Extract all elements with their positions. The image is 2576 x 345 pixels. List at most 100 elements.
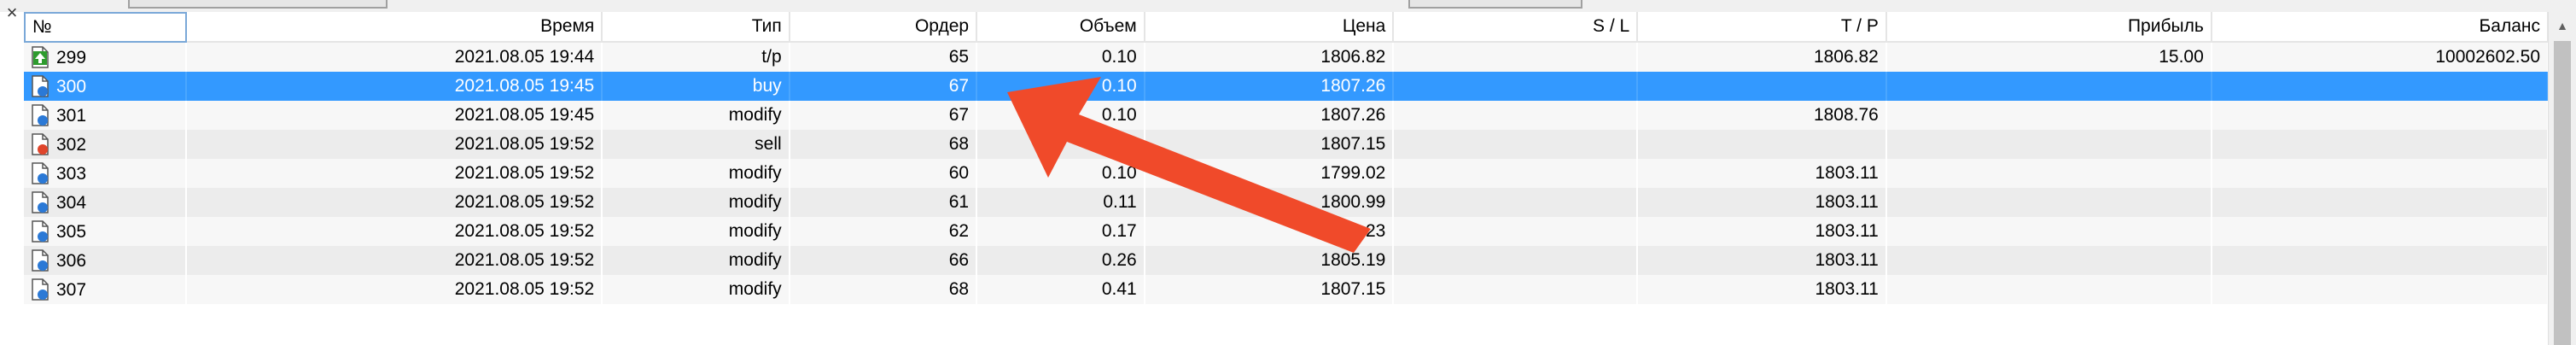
column-header-sl[interactable]: S / L bbox=[1394, 12, 1639, 43]
cell-profit bbox=[1886, 72, 2212, 101]
row-number: 302 bbox=[56, 134, 87, 155]
cell-volume: 0.10 bbox=[977, 43, 1145, 72]
row-number: 300 bbox=[56, 76, 87, 96]
cell-time: 2021.08.05 19:45 bbox=[186, 72, 603, 101]
row-number: 305 bbox=[56, 221, 87, 242]
modify-doc-icon bbox=[31, 249, 50, 272]
cell-type: modify bbox=[603, 101, 790, 130]
cell-price: 1807.15 bbox=[1145, 275, 1395, 304]
cell-profit bbox=[1886, 217, 2212, 246]
cell-num: 307 bbox=[24, 275, 187, 304]
modify-doc-icon bbox=[31, 278, 50, 301]
cell-profit bbox=[1886, 275, 2212, 304]
cell-profit bbox=[1886, 246, 2212, 275]
cell-type: sell bbox=[603, 130, 790, 159]
cell-sl bbox=[1394, 217, 1639, 246]
cell-num: 302 bbox=[24, 130, 187, 159]
vertical-scrollbar[interactable]: ▲ bbox=[2548, 12, 2576, 345]
cell-balance bbox=[2212, 130, 2550, 159]
cell-tp: 1803.11 bbox=[1638, 275, 1887, 304]
cell-tp: 1803.11 bbox=[1638, 246, 1887, 275]
cell-tp bbox=[1638, 72, 1887, 101]
cell-time: 2021.08.05 19:52 bbox=[186, 275, 603, 304]
table-row[interactable]: 299 2021.08.05 19:44 t/p 65 0.10 1806.82 1806.… bbox=[24, 43, 2550, 72]
close-icon[interactable]: × bbox=[3, 2, 21, 24]
cell-order: 60 bbox=[790, 159, 978, 188]
table-row[interactable]: 307 2021.08.05 19:52 modify 68 0.41 1807.15 18… bbox=[24, 275, 2550, 304]
tp-doc-icon bbox=[31, 46, 50, 68]
cell-type: modify bbox=[603, 159, 790, 188]
cell-profit bbox=[1886, 101, 2212, 130]
cell-sl bbox=[1394, 275, 1639, 304]
annotation-arrow-icon bbox=[1007, 77, 1371, 253]
cell-volume: 0.41 bbox=[977, 275, 1145, 304]
column-header-price[interactable]: Цена bbox=[1145, 12, 1395, 43]
column-header-tp[interactable]: T / P bbox=[1638, 12, 1887, 43]
cell-order: 66 bbox=[790, 246, 978, 275]
cell-num: 299 bbox=[24, 43, 187, 72]
cell-sl bbox=[1394, 188, 1639, 217]
cell-num: 303 bbox=[24, 159, 187, 188]
cell-tp: 1803.11 bbox=[1638, 159, 1887, 188]
row-number: 303 bbox=[56, 163, 87, 184]
column-header-profit[interactable]: Прибыль bbox=[1886, 12, 2212, 43]
cell-profit bbox=[1886, 188, 2212, 217]
column-header-num[interactable]: № bbox=[24, 12, 187, 43]
scroll-up-icon[interactable]: ▲ bbox=[2549, 12, 2576, 39]
column-header-volume[interactable]: Объем bbox=[977, 12, 1145, 43]
cell-tp: 1803.11 bbox=[1638, 217, 1887, 246]
cell-time: 2021.08.05 19:52 bbox=[186, 159, 603, 188]
modify-doc-icon bbox=[31, 220, 50, 243]
cell-time: 2021.08.05 19:52 bbox=[186, 217, 603, 246]
cell-balance bbox=[2212, 101, 2550, 130]
cell-balance bbox=[2212, 72, 2550, 101]
cell-balance bbox=[2212, 275, 2550, 304]
cell-sl bbox=[1394, 130, 1639, 159]
cell-time: 2021.08.05 19:45 bbox=[186, 101, 603, 130]
column-header-time[interactable]: Время bbox=[187, 12, 603, 43]
row-number: 306 bbox=[56, 250, 87, 271]
buy-doc-icon bbox=[31, 75, 50, 97]
cell-order: 67 bbox=[790, 72, 978, 101]
cell-time: 2021.08.05 19:44 bbox=[186, 43, 603, 72]
cell-price: 1806.82 bbox=[1145, 43, 1395, 72]
cell-sl bbox=[1394, 159, 1639, 188]
cell-tp: 1808.76 bbox=[1638, 101, 1887, 130]
cell-type: modify bbox=[603, 188, 790, 217]
toolbar-tab-left[interactable] bbox=[128, 0, 388, 9]
cell-type: modify bbox=[603, 275, 790, 304]
cell-profit bbox=[1886, 159, 2212, 188]
toolbar-tab-right[interactable] bbox=[1408, 0, 1582, 9]
column-header-order[interactable]: Ордер bbox=[790, 12, 978, 43]
cell-tp: 1806.82 bbox=[1638, 43, 1887, 72]
sell-doc-icon bbox=[31, 133, 50, 155]
cell-time: 2021.08.05 19:52 bbox=[186, 188, 603, 217]
cell-profit bbox=[1886, 130, 2212, 159]
column-header-type[interactable]: Тип bbox=[603, 12, 790, 43]
modify-doc-icon bbox=[31, 104, 50, 126]
column-header-balance[interactable]: Баланс bbox=[2212, 12, 2549, 43]
cell-num: 304 bbox=[24, 188, 187, 217]
cell-order: 68 bbox=[790, 275, 978, 304]
cell-profit: 15.00 bbox=[1886, 43, 2212, 72]
cell-sl bbox=[1394, 72, 1639, 101]
cell-order: 61 bbox=[790, 188, 978, 217]
cell-num: 305 bbox=[24, 217, 187, 246]
cell-num: 301 bbox=[24, 101, 187, 130]
cell-balance bbox=[2212, 217, 2550, 246]
row-number: 304 bbox=[56, 192, 87, 213]
cell-type: modify bbox=[603, 246, 790, 275]
cell-balance bbox=[2212, 159, 2550, 188]
cell-tp: 1803.11 bbox=[1638, 188, 1887, 217]
cell-time: 2021.08.05 19:52 bbox=[186, 246, 603, 275]
cell-type: buy bbox=[603, 72, 790, 101]
cell-time: 2021.08.05 19:52 bbox=[186, 130, 603, 159]
cell-type: modify bbox=[603, 217, 790, 246]
scrollbar-thumb[interactable] bbox=[2554, 41, 2571, 345]
cell-order: 68 bbox=[790, 130, 978, 159]
modify-doc-icon bbox=[31, 162, 50, 184]
top-strip bbox=[0, 0, 2576, 12]
cell-order: 67 bbox=[790, 101, 978, 130]
cell-balance bbox=[2212, 246, 2550, 275]
cell-sl bbox=[1394, 43, 1639, 72]
